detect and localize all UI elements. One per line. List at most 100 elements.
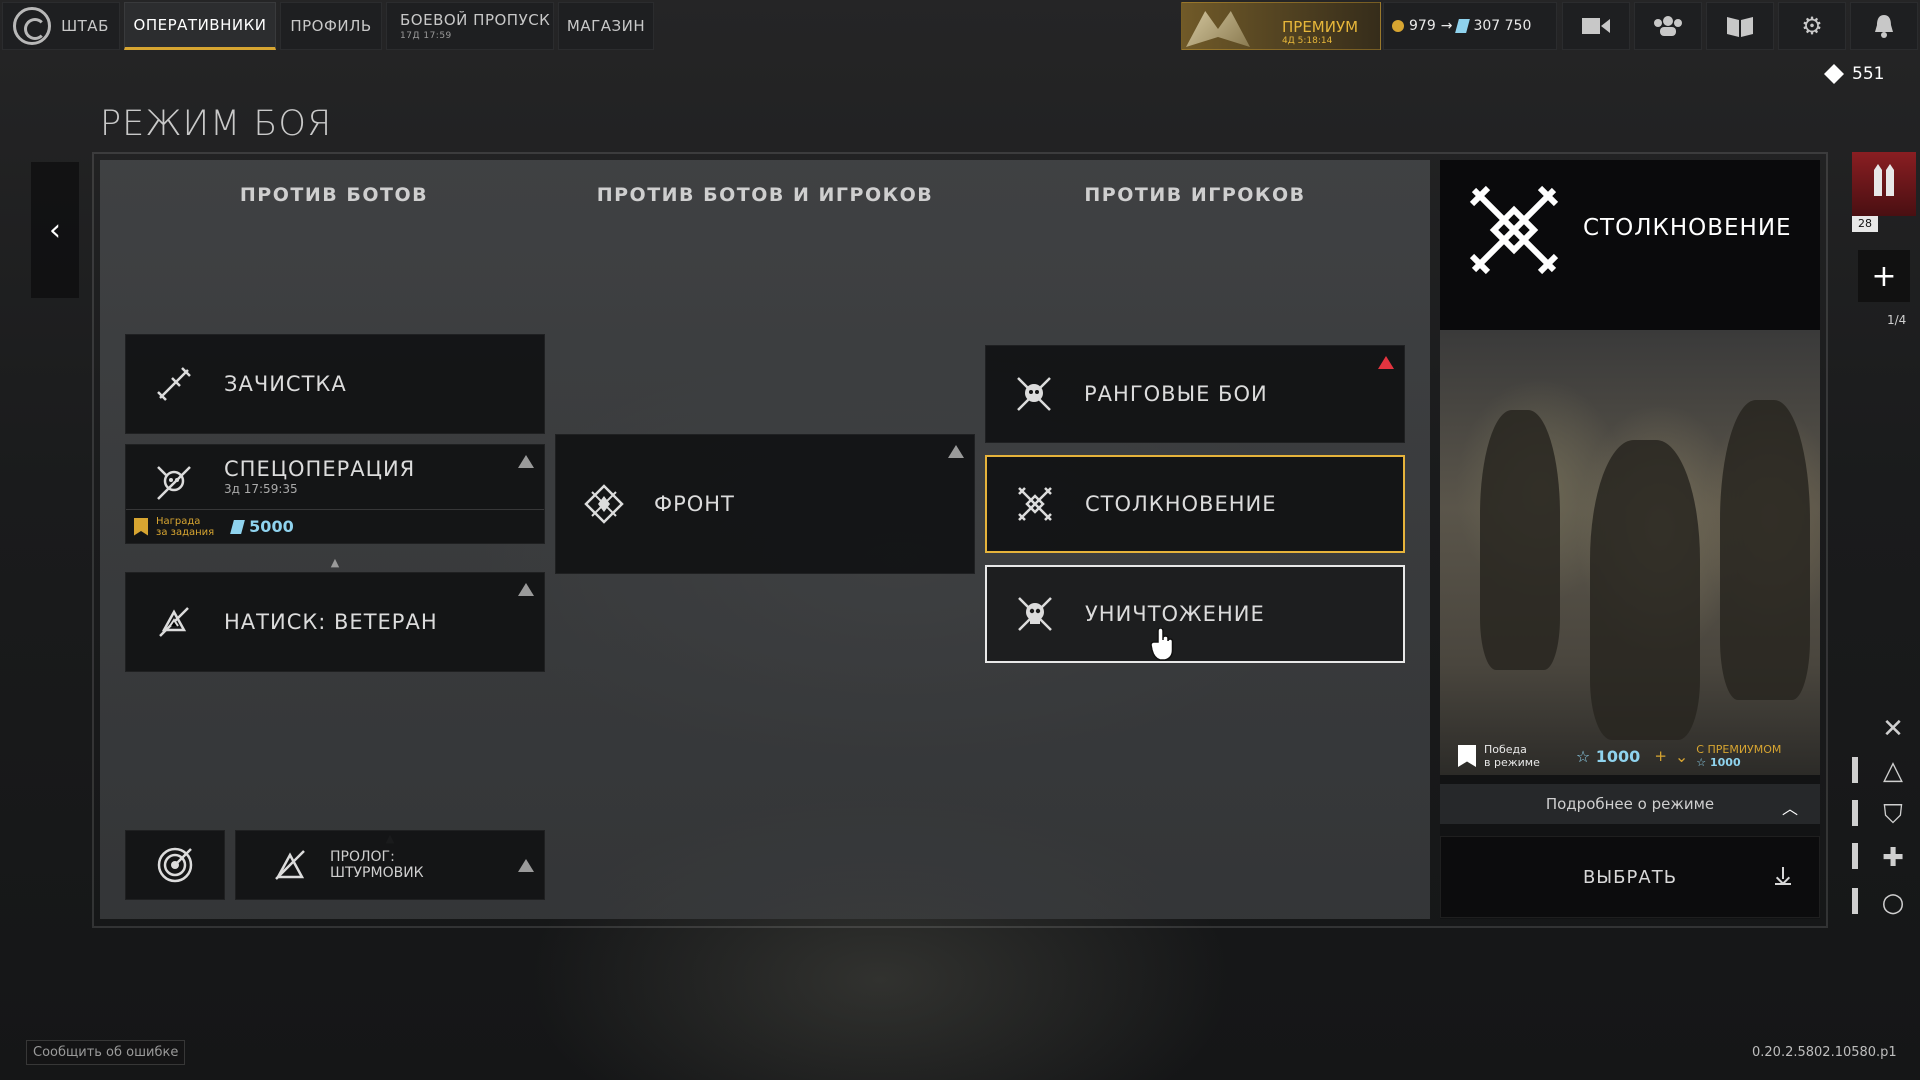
select-mode-button[interactable]: ВЫБРАТЬ: [1440, 836, 1820, 918]
tab-battle-pass[interactable]: БОЕВОЙ ПРОПУСК 17Д 17:59: [386, 2, 554, 50]
mode-card-prologue[interactable]: ПРОЛОГ: ШТУРМОВИК: [235, 830, 545, 900]
battle-pass-timer: 17Д 17:59: [400, 31, 452, 41]
prologue-label: ПРОЛОГ: ШТУРМОВИК: [330, 849, 424, 881]
warning-red-icon: [1378, 356, 1394, 369]
video-button[interactable]: [1562, 2, 1630, 50]
mode-label: ФРОНТ: [654, 492, 735, 516]
add-squad-member-button[interactable]: +: [1858, 250, 1910, 302]
mode-details-title: СТОЛКНОВЕНИЕ: [1583, 215, 1792, 241]
page-title: РЕЖИМ БОЯ: [100, 104, 333, 144]
crystal-icon: [230, 519, 246, 534]
chevron-up-icon: ︿: [1781, 799, 1798, 818]
tab-operatives[interactable]: ОПЕРАТИВНИКИ: [124, 2, 276, 50]
tab-profile[interactable]: ПРОФИЛЬ: [280, 2, 382, 50]
clash-large-icon: [1469, 185, 1559, 275]
warning-icon: [518, 455, 534, 468]
mode-card-annihilation[interactable]: УНИЧТОЖЕНИЕ: [985, 565, 1405, 663]
role-indicator: [1852, 888, 1858, 914]
premium-bonus-value: ☆ 1000: [1696, 756, 1741, 769]
mode-artwork: [1440, 330, 1820, 775]
chevron-up-icon: ▲: [330, 556, 340, 569]
specop-timer: 3д 17:59:35: [224, 482, 298, 496]
premium-wings-small-icon: ⌄: [1674, 746, 1689, 766]
reward-value: 5000: [230, 517, 294, 536]
win-label: Победа в режиме: [1484, 743, 1540, 769]
mode-card-front[interactable]: ФРОНТ: [555, 434, 975, 574]
mode-label: ЗАЧИСТКА: [224, 372, 347, 396]
friends-button[interactable]: [1634, 2, 1702, 50]
coins-value: 979: [1409, 18, 1436, 34]
home-label: ШТАБ: [61, 17, 109, 35]
clash-small-icon: ✕: [1882, 714, 1904, 744]
crystal-icon: [1455, 19, 1471, 33]
currency-exchange[interactable]: 979 → 307 750: [1383, 2, 1557, 50]
mode-card-onslaught-veteran[interactable]: НАТИСК: ВЕТЕРАН: [125, 572, 545, 672]
win-value: ☆ 1000: [1575, 746, 1641, 766]
bullets-emblem-icon: [1874, 164, 1894, 196]
download-icon: [1775, 867, 1791, 885]
reward-bookmark-icon: [134, 517, 148, 536]
win-amount: 1000: [1595, 746, 1641, 766]
premium-label: ПРЕМИУМ: [1282, 18, 1359, 36]
select-mode-label: ВЫБРАТЬ: [1582, 866, 1678, 888]
friends-icon: [1654, 16, 1682, 36]
assault-role-icon[interactable]: △: [1878, 756, 1908, 786]
video-icon: [1582, 18, 1610, 34]
squad-avatar[interactable]: [1852, 152, 1916, 216]
reward-label: Награда за задания: [156, 516, 214, 538]
prologue-label-line: ШТУРМОВИК: [330, 865, 424, 881]
soldier-silhouette: [1720, 400, 1810, 700]
clash-icon: [1011, 480, 1059, 528]
codex-button[interactable]: [1706, 2, 1774, 50]
mode-label: СТОЛКНОВЕНИЕ: [1085, 492, 1277, 516]
crystals-value: 307 750: [1473, 18, 1532, 34]
tab-label: ОПЕРАТИВНИКИ: [133, 16, 267, 34]
defender-role-icon[interactable]: ⛉: [1878, 800, 1908, 830]
notifications-icon: [1875, 15, 1893, 38]
scout-role-icon[interactable]: ○: [1878, 888, 1908, 918]
tokens-counter: 551: [1824, 64, 1884, 84]
version-label: 0.20.2.5802.10580.p1: [1752, 1045, 1897, 1060]
cleanup-icon: [150, 360, 198, 408]
mode-details-toggle[interactable]: Подробнее о режиме ︿: [1440, 784, 1820, 824]
chevron-left-icon: ‹: [49, 212, 61, 248]
mode-card-ranked[interactable]: РАНГОВЫЕ БОИ: [985, 345, 1405, 443]
mode-card-cleanup[interactable]: ЗАЧИСТКА: [125, 334, 545, 434]
top-bar: ШТАБ ОПЕРАТИВНИКИ ПРОФИЛЬ БОЕВОЙ ПРОПУСК…: [0, 0, 1920, 52]
reward-label-line: Награда: [156, 515, 201, 527]
column-header-players: ПРОТИВ ИГРОКОВ: [1084, 184, 1306, 206]
win-label-line: Победа: [1484, 743, 1527, 756]
specop-skull-icon: [150, 459, 198, 507]
premium-bonus-amount: 1000: [1710, 756, 1741, 769]
coin-icon: [1392, 20, 1404, 32]
settings-button[interactable]: ⚙: [1778, 2, 1846, 50]
prologue-icon: [266, 841, 314, 889]
back-button[interactable]: ‹: [31, 162, 79, 298]
soldier-silhouette: [1590, 440, 1700, 740]
onslaught-icon: [150, 598, 198, 646]
mode-label: СПЕЦОПЕРАЦИЯ: [224, 457, 416, 481]
bug-report-button[interactable]: Сообщить об ошибке: [26, 1040, 186, 1065]
mode-card-specop[interactable]: СПЕЦОПЕРАЦИЯ 3д 17:59:35 Награда за зада…: [125, 444, 545, 544]
medic-role-icon[interactable]: ✚: [1878, 843, 1908, 873]
warning-icon: [518, 859, 534, 872]
tab-shop[interactable]: МАГАЗИН: [558, 2, 654, 50]
home-button[interactable]: ШТАБ: [2, 2, 120, 50]
mode-win-reward: Победа в режиме ☆ 1000 + ⌄ С ПРЕМИУМОМ ☆…: [1440, 736, 1820, 776]
reward-bookmark-icon: [1458, 745, 1476, 767]
tab-label: БОЕВОЙ ПРОПУСК: [400, 11, 551, 29]
logo-icon: [13, 7, 52, 45]
training-button[interactable]: [125, 830, 225, 900]
mode-details-toggle-label: Подробнее о режиме: [1545, 795, 1715, 813]
token-icon: [1824, 64, 1844, 84]
mode-label: УНИЧТОЖЕНИЕ: [1085, 602, 1265, 626]
notifications-button[interactable]: [1850, 2, 1918, 50]
squad-level: 28: [1852, 216, 1878, 232]
reward-amount: 5000: [249, 517, 294, 536]
hand-cursor-icon: [1150, 628, 1174, 661]
premium-button[interactable]: ПРЕМИУМ 4Д 5:18:14: [1181, 2, 1381, 50]
front-icon: [580, 480, 628, 528]
win-label-line: в режиме: [1484, 756, 1540, 769]
mode-card-clash[interactable]: СТОЛКНОВЕНИЕ: [985, 455, 1405, 553]
annihilation-skull-icon: [1011, 590, 1059, 638]
